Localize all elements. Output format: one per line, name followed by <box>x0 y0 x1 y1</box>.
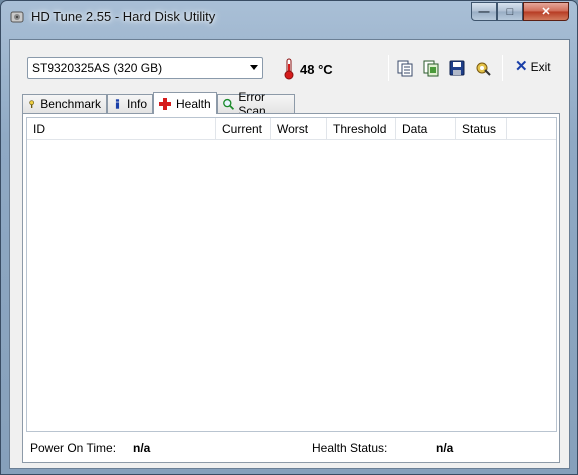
chevron-down-icon <box>250 65 258 70</box>
tab-strip: Benchmark Info Health Error Scan <box>22 90 562 118</box>
minimize-button[interactable]: — <box>471 2 497 21</box>
tab-health-label: Health <box>176 96 211 111</box>
info-icon <box>115 99 120 109</box>
column-header-status[interactable]: Status <box>456 118 507 140</box>
column-header-worst[interactable]: Worst <box>271 118 327 140</box>
client-area: ST9320325AS (320 GB) 48 °C ✕ Exit Benchm… <box>9 39 570 469</box>
maximize-button[interactable]: □ <box>497 2 523 21</box>
exit-button[interactable]: ✕ Exit <box>515 58 551 75</box>
window-title: HD Tune 2.55 - Hard Disk Utility <box>31 9 216 24</box>
tab-benchmark-label: Benchmark <box>40 97 101 111</box>
tab-benchmark[interactable]: Benchmark <box>22 94 107 113</box>
exit-icon: ✕ <box>515 58 528 75</box>
toolbar-separator <box>502 55 503 81</box>
tab-health[interactable]: Health <box>153 92 217 114</box>
health-cross-icon <box>159 97 171 110</box>
exit-label: Exit <box>530 60 551 74</box>
toolbar-separator <box>388 55 389 81</box>
column-header-id[interactable]: ID <box>27 118 216 140</box>
magnifier-icon <box>223 98 235 110</box>
app-window: HD Tune 2.55 - Hard Disk Utility — □ ✕ S… <box>0 0 578 475</box>
health-panel: ID Current Worst Threshold Data Status P… <box>22 113 560 463</box>
tab-info-label: Info <box>126 97 147 111</box>
power-on-time-value: n/a <box>133 441 151 455</box>
copy-screenshot-icon[interactable] <box>422 59 440 77</box>
column-header-data[interactable]: Data <box>396 118 456 140</box>
minimize-icon: — <box>478 5 490 18</box>
temperature-readout: 48 °C <box>300 62 333 77</box>
app-icon <box>10 11 24 23</box>
list-header: ID Current Worst Threshold Data Status <box>27 118 556 140</box>
power-on-time-label: Power On Time: <box>30 441 117 455</box>
column-header-current[interactable]: Current <box>216 118 271 140</box>
tab-info[interactable]: Info <box>107 94 153 113</box>
close-button[interactable]: ✕ <box>523 2 569 21</box>
maximize-icon: □ <box>506 5 514 18</box>
health-status-label: Health Status: <box>312 441 388 455</box>
column-header-threshold[interactable]: Threshold <box>327 118 396 140</box>
drive-select[interactable]: ST9320325AS (320 GB) <box>27 57 263 79</box>
close-icon: ✕ <box>541 6 551 18</box>
benchmark-icon <box>29 100 34 108</box>
save-icon[interactable] <box>448 59 466 77</box>
smart-attribute-list[interactable]: ID Current Worst Threshold Data Status <box>26 117 557 432</box>
thermometer-icon <box>284 58 294 80</box>
title-bar[interactable]: HD Tune 2.55 - Hard Disk Utility — □ ✕ <box>1 1 577 31</box>
health-status-value: n/a <box>436 441 454 455</box>
copy-text-icon[interactable] <box>396 59 414 77</box>
drive-select-value: ST9320325AS (320 GB) <box>32 61 163 75</box>
tab-error-scan[interactable]: Error Scan <box>217 90 295 118</box>
options-icon[interactable] <box>474 59 492 77</box>
